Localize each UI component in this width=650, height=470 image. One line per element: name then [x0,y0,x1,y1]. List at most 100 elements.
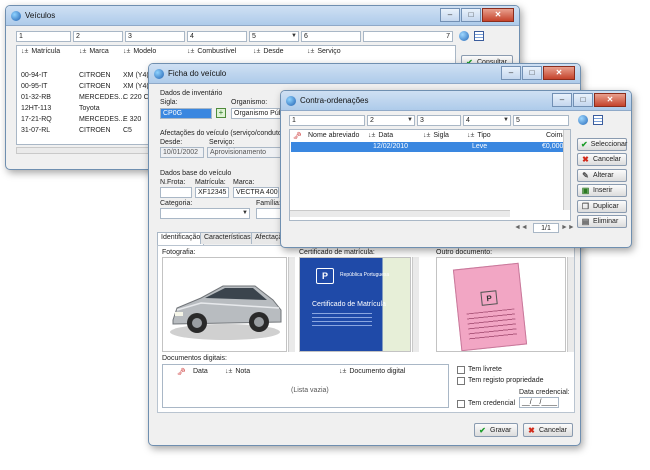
filter-7[interactable]: 7 [363,31,453,42]
chevron-down-icon: ▼ [503,117,509,123]
minimize-button[interactable]: – [552,93,572,107]
duplicar-button[interactable]: ❐ Duplicar [577,200,627,213]
certificado-image[interactable]: P República Portuguesa Certificado de Ma… [299,257,411,352]
contra-filter-4[interactable]: 4 ▼ [463,115,511,126]
filter-6[interactable]: 6 [301,31,361,42]
cancelar-contra-button[interactable]: ✖ Cancelar [577,153,627,166]
contra-scrollbar[interactable] [563,130,570,210]
add-icon[interactable]: + [216,108,226,118]
contra-col-sigla[interactable]: ↓± Sigla [423,132,449,139]
tab-caracteristicas[interactable]: Características [200,232,255,244]
desde-field[interactable]: 10/01/2002 [160,147,204,158]
edit-icon: ✎ [582,171,589,180]
matricula-field[interactable]: XF12345 [195,187,229,198]
contra-filter-3[interactable]: 3 [417,115,461,126]
seleccionar-button[interactable]: ✔ Seleccionar [577,138,627,151]
veiculos-titlebar[interactable]: Veículos – □ ✕ [6,6,519,26]
servico-field[interactable]: Aprovisionamento [207,147,282,158]
certificado-label: Certificado de matrícula: [299,249,375,256]
col-header-marca[interactable]: ↓± Marca [79,48,109,55]
table-row[interactable]: 12/02/2010 Leve €0,0000 [291,142,567,152]
col-header-modelo[interactable]: ↓± Modelo [123,48,156,55]
col-header-servico[interactable]: ↓± Serviço [307,48,341,55]
contra-filter-5[interactable]: 5 [513,115,569,126]
contra-col-nome[interactable]: Nome abreviado [308,132,359,139]
photo-scrollbar[interactable] [288,257,295,352]
doc-col-data[interactable]: Data [193,368,208,375]
close-button[interactable]: ✕ [543,66,575,80]
minimize-button[interactable]: – [440,8,460,22]
contra-col-key: 🗝 [293,132,305,140]
filter-5[interactable]: 5 ▼ [249,31,299,42]
globe-icon[interactable] [459,31,469,41]
contra-col-data[interactable]: ↓± Data [368,132,393,139]
doc-col-documento[interactable]: ↓± Documento digital [339,368,405,375]
page-prev-icon[interactable]: ◄◄ [514,224,528,231]
nfrota-label: N.Frota: [160,179,186,186]
contra-filter-2[interactable]: 2 ▼ [367,115,415,126]
nfrota-field[interactable] [160,187,192,198]
fotografia-label: Fotografia: [162,249,196,256]
cancelar-button[interactable]: ✖ Cancelar [523,423,573,437]
marca-label: Marca: [233,179,255,186]
close-button[interactable]: ✕ [482,8,514,22]
table-row[interactable]: 00-95-IT CITROEN XM (Y4( [21,83,151,92]
globe-icon[interactable] [578,115,588,125]
sort-icon: ↓± [467,132,475,139]
ficha-titlebar[interactable]: Ficha do veículo – □ ✕ [149,64,580,84]
tem-livrete-checkbox[interactable] [457,366,465,374]
categoria-select[interactable]: ▼ [160,208,250,219]
table-row[interactable]: 12HT-113 Toyota [21,105,151,114]
filter-1[interactable]: 1 [16,31,71,42]
col-header-desde[interactable]: ↓± Desde [253,48,284,55]
car-photo[interactable] [162,257,287,352]
data-credencial-field[interactable]: __/__/____ [519,397,559,408]
marca-field[interactable]: VECTRA 400 [233,187,279,198]
contra-filter-1[interactable]: 1 [289,115,365,126]
familia-select[interactable] [256,208,282,219]
tab-identificacao[interactable]: Identificação [157,232,205,245]
organismo-label: Organismo: [231,99,268,106]
close-button[interactable]: ✕ [594,93,626,107]
maximize-button[interactable]: □ [461,8,481,22]
delete-icon: ▤ [581,217,590,226]
sigla-field[interactable]: CP0G [160,108,212,119]
contra-hscrollbar[interactable] [290,210,510,217]
table-icon[interactable] [474,31,484,41]
documentos-list: 🗝 Data ↓± Nota ↓± Documento digital (Lista… [162,364,449,408]
maximize-button[interactable]: □ [522,66,542,80]
filter-4[interactable]: 4 [187,31,247,42]
desde-label: Desde: [160,139,183,146]
maximize-button[interactable]: □ [573,93,593,107]
table-row[interactable]: 00-94-IT CITROEN XM (Y4( [21,72,151,81]
tem-credencial-checkbox[interactable] [457,400,465,408]
eliminar-button[interactable]: ▤ Eliminar [577,215,627,228]
contra-window: Contra-ordenações – □ ✕ 1 2 ▼ 3 4 ▼ 5 🗝 No… [280,90,632,248]
filter-2[interactable]: 2 [73,31,123,42]
sort-icon: ↓± [307,48,315,55]
inserir-button[interactable]: ▣ Inserir [577,184,627,197]
contra-col-tipo[interactable]: ↓± Tipo [467,132,491,139]
cert-scrollbar[interactable] [412,257,419,352]
pager-field[interactable]: 1/1 [533,223,559,233]
sort-icon: ↓± [123,48,131,55]
doc-col-nota[interactable]: ↓± Nota [225,368,250,375]
page-next-icon[interactable]: ►► [561,224,575,231]
col-header-combustivel[interactable]: ↓± Combustível [187,48,236,55]
table-row[interactable]: 31-07-RL CITROEN C5 [21,127,151,136]
col-header-matricula[interactable]: ↓± Matrícula [21,48,60,55]
outro-scrollbar[interactable] [567,257,574,352]
tem-registo-checkbox[interactable] [457,377,465,385]
outro-image[interactable]: P [436,257,566,352]
alterar-button[interactable]: ✎ Alterar [577,169,627,182]
table-row[interactable]: 01-32-RB MERCEDES... C 220 CI [21,94,151,103]
sigla-label: Sigla: [160,99,178,106]
contra-titlebar[interactable]: Contra-ordenações – □ ✕ [281,91,631,111]
table-row[interactable]: 17-21-RQ MERCEDES... E 320 [21,116,151,125]
chevron-down-icon: ▼ [407,117,413,123]
table-icon[interactable] [593,115,603,125]
minimize-button[interactable]: – [501,66,521,80]
filter-3[interactable]: 3 [125,31,185,42]
gravar-button[interactable]: ✔ Gravar [474,423,518,437]
check-icon: ✔ [581,140,588,149]
